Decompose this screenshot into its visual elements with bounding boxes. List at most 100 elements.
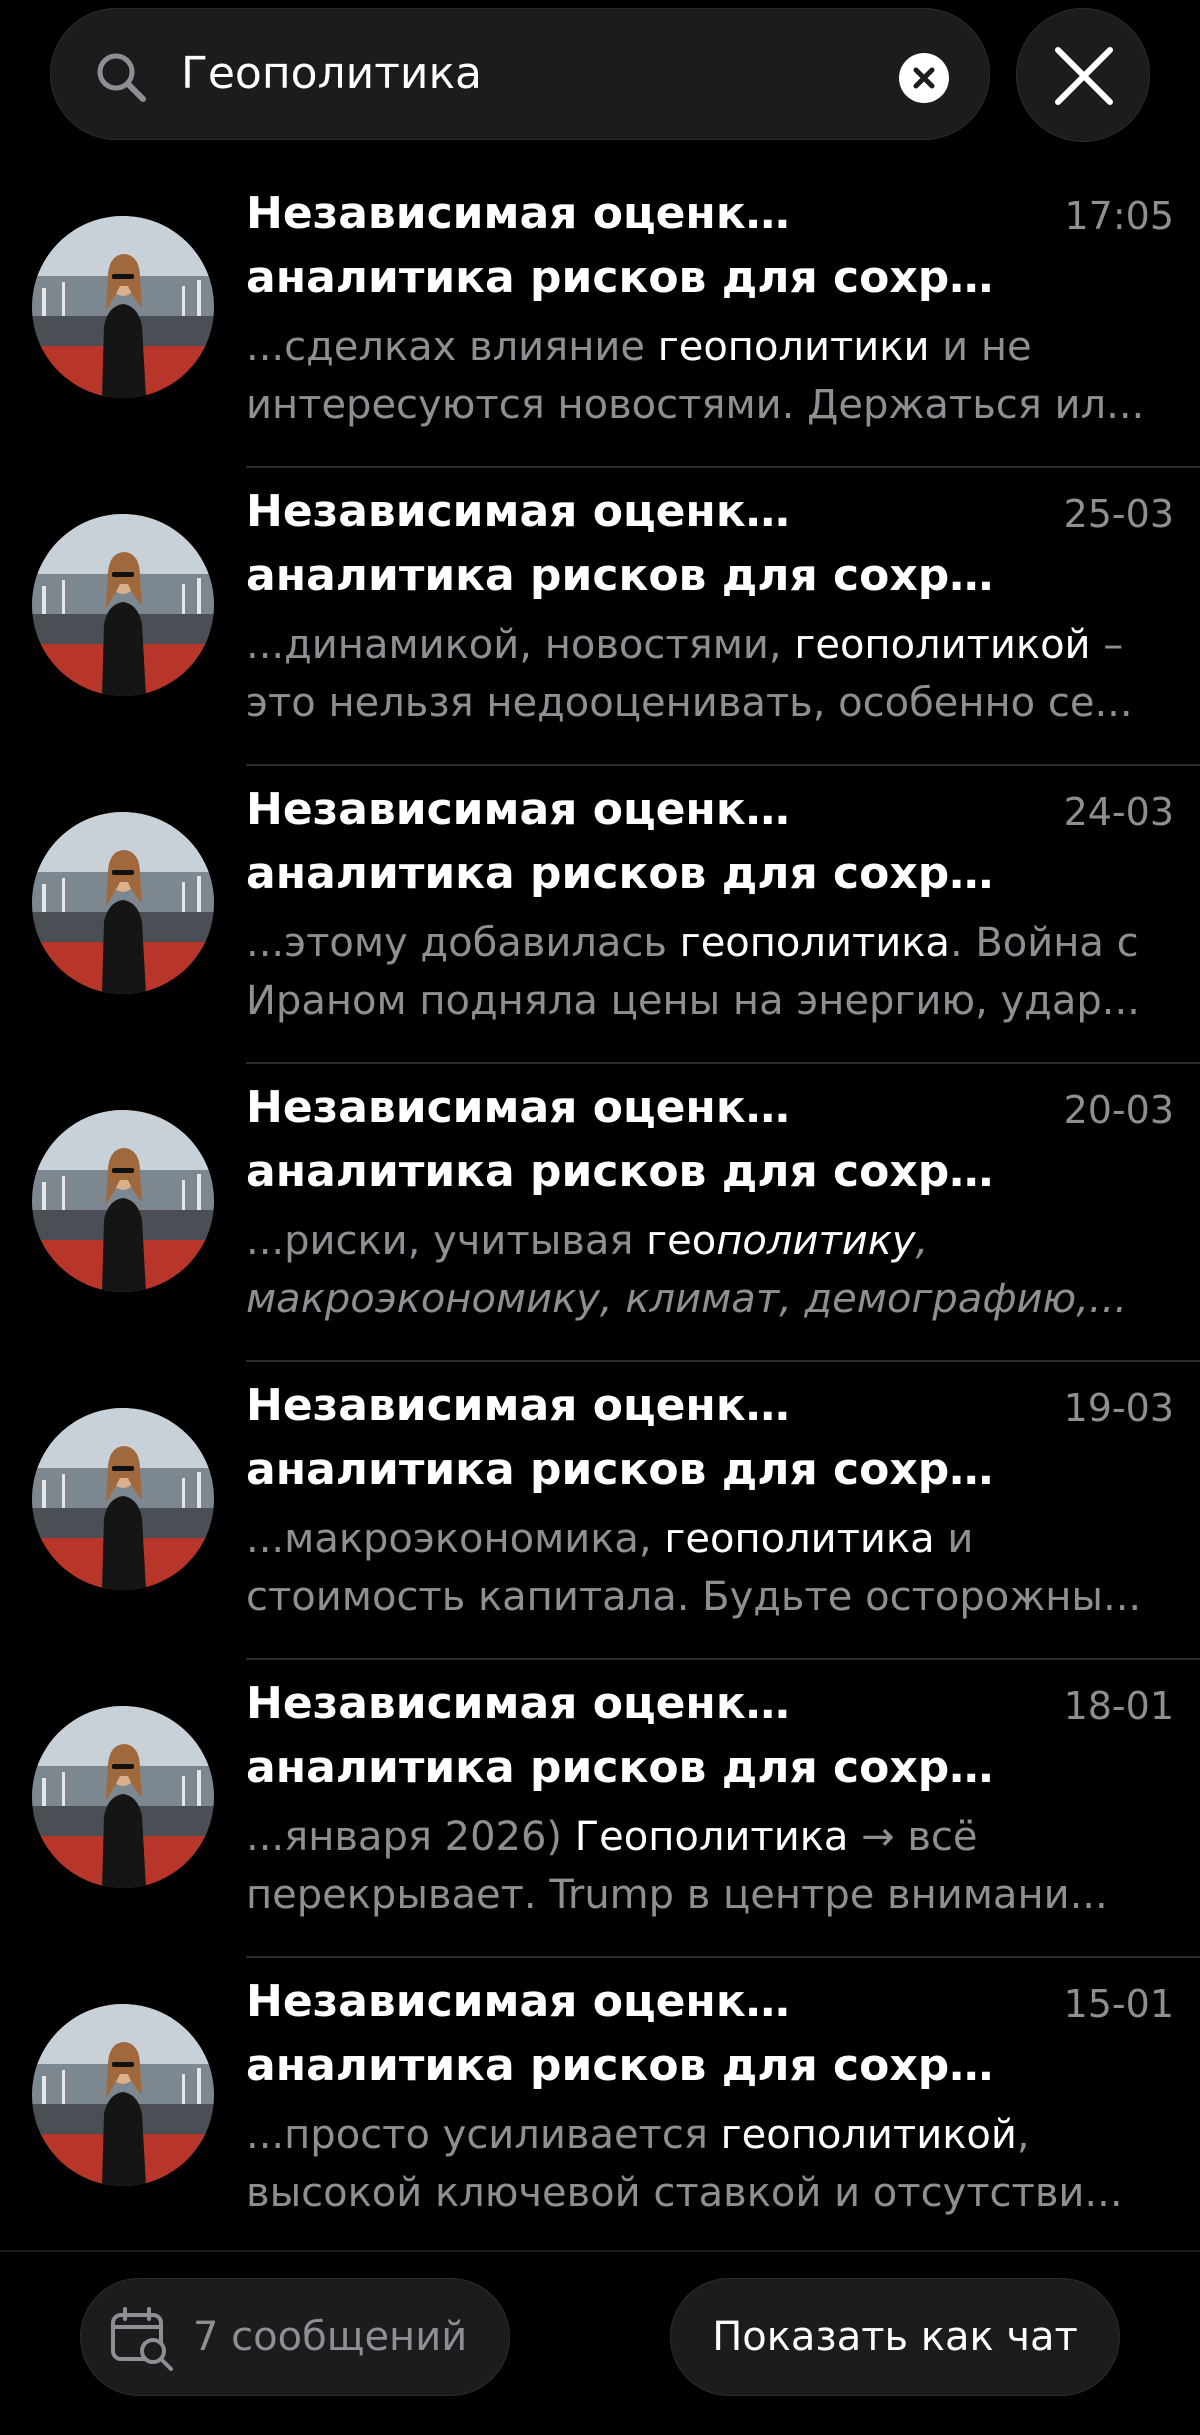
snippet-text: ...этому добавилась: [246, 920, 680, 966]
result-body: Независимая оценка и аналитика рисков дл…: [246, 1064, 1200, 1362]
result-time: 18-01: [1063, 1684, 1174, 1728]
search-input[interactable]: Геополитика: [181, 29, 901, 119]
result-title-line: Независимая оценка и: [246, 1082, 806, 1133]
snippet-text: макроэкономику, климат, демографию,...: [246, 1276, 1128, 1322]
search-highlight: геополитикой: [794, 622, 1091, 668]
snippet-text: ...риски, учитывая: [246, 1218, 647, 1264]
result-title-line: Независимая оценка и: [246, 1380, 806, 1431]
result-title-line: аналитика рисков для сохран...: [246, 550, 1016, 601]
result-snippet: ...этому добавилась геополитика. Война с…: [246, 914, 1171, 1030]
result-body: Независимая оценка и аналитика рисков дл…: [246, 468, 1200, 766]
result-title-line: Независимая оценка и: [246, 188, 806, 239]
search-icon: [93, 49, 149, 105]
avatar: [32, 812, 214, 994]
snippet-text: и не: [929, 324, 1032, 370]
result-title-line: Независимая оценка и: [246, 1678, 806, 1729]
snippet-text: высокой ключевой ставкой и отсутстви...: [246, 2170, 1123, 2216]
clear-search-button[interactable]: [899, 53, 949, 103]
snippet-text: ...макроэкономика,: [246, 1516, 665, 1562]
calendar-search-icon: [109, 2305, 177, 2373]
search-bar[interactable]: Геополитика: [50, 8, 990, 140]
snippet-text: стоимость капитала. Будьте осторожны...: [246, 1574, 1142, 1620]
snippet-line: ...этому добавилась геополитика. Война с: [246, 914, 1171, 972]
snippet-line: стоимость капитала. Будьте осторожны...: [246, 1568, 1171, 1626]
show-as-chat-button[interactable]: Показать как чат: [670, 2278, 1120, 2396]
search-highlight: политику: [716, 1218, 916, 1264]
result-body: Независимая оценка и аналитика рисков дл…: [246, 766, 1200, 1064]
bottom-bar: 7 сообщений Показать как чат: [0, 2250, 1200, 2435]
snippet-line: это нельзя недооценивать, особенно се...: [246, 674, 1171, 732]
snippet-text: ...сделках влияние: [246, 324, 658, 370]
snippet-line: ...риски, учитывая геополитику,: [246, 1212, 1171, 1270]
snippet-line: Ираном подняла цены на энергию, удар...: [246, 972, 1171, 1030]
result-title: Независимая оценка и аналитика рисков дл…: [246, 778, 1016, 906]
search-result-item[interactable]: Независимая оценка и аналитика рисков дл…: [0, 1064, 1200, 1362]
avatar: [32, 1408, 214, 1590]
avatar: [32, 1110, 214, 1292]
result-time: 17:05: [1064, 194, 1174, 238]
result-title-line: аналитика рисков для сохрана...: [246, 252, 1016, 303]
result-body: Независимая оценка и аналитика рисков дл…: [246, 1660, 1200, 1958]
search-highlight: Геополитика: [574, 1814, 849, 1860]
message-count-button[interactable]: 7 сообщений: [80, 2278, 510, 2396]
result-title-line: Независимая оценка и: [246, 1976, 806, 2027]
result-snippet: ...макроэкономика, геополитика и стоимос…: [246, 1510, 1171, 1626]
search-result-item[interactable]: Независимая оценка и аналитика рисков дл…: [0, 766, 1200, 1064]
close-icon: [1055, 47, 1113, 105]
search-result-item[interactable]: Независимая оценка и аналитика рисков дл…: [0, 170, 1200, 468]
snippet-text: ...января 2026): [246, 1814, 575, 1860]
result-body: Независимая оценка и аналитика рисков дл…: [246, 170, 1200, 468]
search-highlight: геополитики: [657, 324, 930, 370]
snippet-line: интересуются новостями. Держаться ил...: [246, 376, 1171, 434]
snippet-line: ...динамикой, новостями, геополитикой –: [246, 616, 1171, 674]
snippet-text: ...динамикой, новостями,: [246, 622, 795, 668]
avatar: [32, 514, 214, 696]
snippet-line: ...сделках влияние геополитики и не: [246, 318, 1171, 376]
snippet-text: ,: [915, 1218, 929, 1264]
snippet-line: высокой ключевой ставкой и отсутстви...: [246, 2164, 1171, 2222]
result-time: 15-01: [1063, 1982, 1174, 2026]
result-time: 25-03: [1063, 492, 1174, 536]
snippet-line: перекрывает. Trump в центре внимани...: [246, 1866, 1171, 1924]
result-title-line: аналитика рисков для сохран...: [246, 1146, 1016, 1197]
result-title-line: аналитика рисков для сохрана...: [246, 1742, 1016, 1793]
search-result-item[interactable]: Независимая оценка и аналитика рисков дл…: [0, 1958, 1200, 2250]
snippet-line: ...макроэкономика, геополитика и: [246, 1510, 1171, 1568]
result-snippet: ...риски, учитывая геополитику, макроэко…: [246, 1212, 1171, 1328]
result-title: Независимая оценка и аналитика рисков дл…: [246, 480, 1016, 608]
avatar: [32, 2004, 214, 2186]
snippet-text: ,: [1016, 2112, 1030, 2158]
result-time: 20-03: [1063, 1088, 1174, 1132]
search-result-item[interactable]: Независимая оценка и аналитика рисков дл…: [0, 1362, 1200, 1660]
snippet-text: → всё: [848, 1814, 978, 1860]
snippet-line: ...просто усиливается геополитикой,: [246, 2106, 1171, 2164]
result-body: Независимая оценка и аналитика рисков дл…: [246, 1362, 1200, 1660]
result-title: Независимая оценка и аналитика рисков дл…: [246, 182, 1016, 310]
result-snippet: ...просто усиливается геополитикой, высо…: [246, 2106, 1171, 2222]
message-count-label: 7 сообщений: [193, 2314, 468, 2360]
close-search-button[interactable]: [1016, 8, 1150, 142]
search-highlight: геополитика: [679, 920, 950, 966]
avatar: [32, 1706, 214, 1888]
search-result-item[interactable]: Независимая оценка и аналитика рисков дл…: [0, 1660, 1200, 1958]
snippet-line: ...января 2026) Геополитика → всё: [246, 1808, 1171, 1866]
result-title: Независимая оценка и аналитика рисков дл…: [246, 1076, 1016, 1204]
snippet-text: Ираном подняла цены на энергию, удар...: [246, 978, 1140, 1024]
result-time: 19-03: [1063, 1386, 1174, 1430]
result-title: Независимая оценка и аналитика рисков дл…: [246, 1672, 1016, 1800]
result-title: Независимая оценка и аналитика рисков дл…: [246, 1374, 1016, 1502]
snippet-text: и: [934, 1516, 974, 1562]
snippet-line: макроэкономику, климат, демографию,...: [246, 1270, 1171, 1328]
result-snippet: ...динамикой, новостями, геополитикой – …: [246, 616, 1171, 732]
avatar: [32, 216, 214, 398]
result-title-line: Независимая оценка и: [246, 784, 806, 835]
search-highlight: гео: [646, 1218, 717, 1264]
result-time: 24-03: [1063, 790, 1174, 834]
result-title-line: аналитика рисков для сохран...: [246, 848, 1016, 899]
snippet-text: это нельзя недооценивать, особенно се...: [246, 680, 1133, 726]
result-title: Независимая оценка и аналитика рисков дл…: [246, 1970, 1016, 2098]
snippet-text: . Война с: [949, 920, 1139, 966]
result-snippet: ...января 2026) Геополитика → всё перекр…: [246, 1808, 1171, 1924]
search-result-item[interactable]: Независимая оценка и аналитика рисков дл…: [0, 468, 1200, 766]
search-highlight: геополитикой: [720, 2112, 1017, 2158]
